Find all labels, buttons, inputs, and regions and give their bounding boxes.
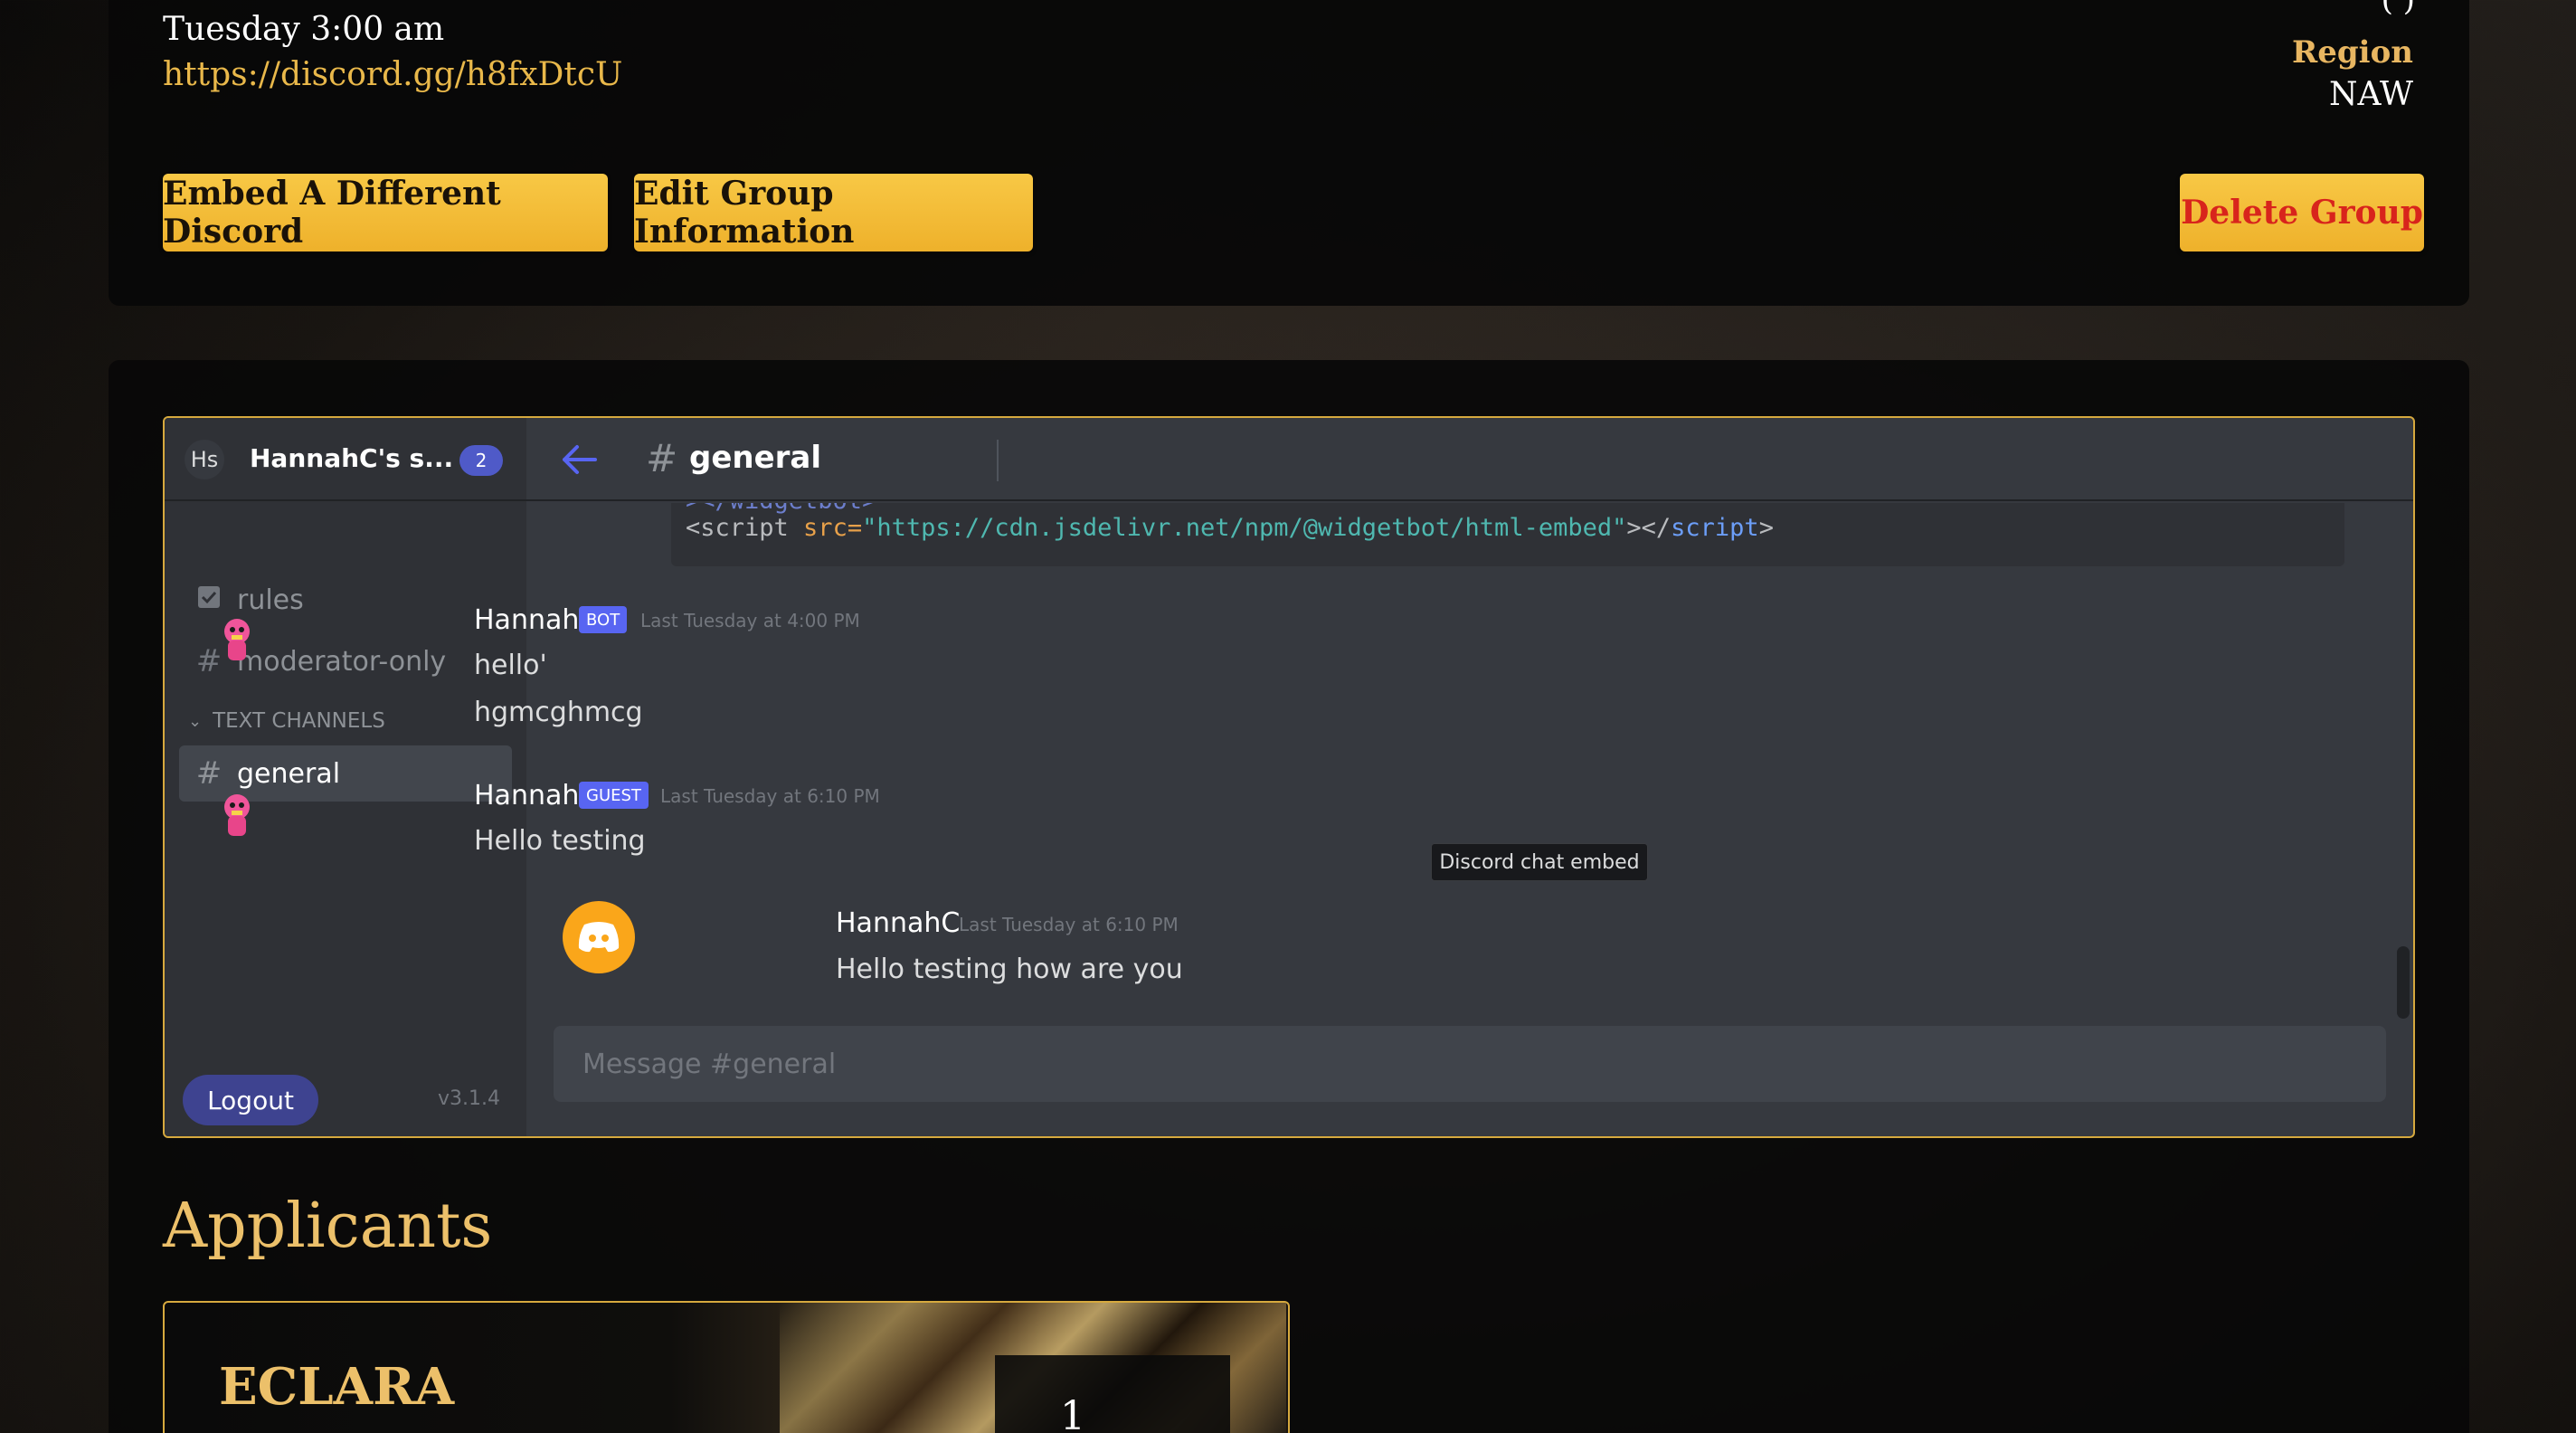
message-author[interactable]: Hannah [474,780,579,811]
category-label: TEXT CHANNELS [213,709,385,733]
channel-sidebar: Hs HannahC's s... 2 rules # moderator-on… [165,418,526,1136]
hash-icon: # [646,436,678,480]
category-text-channels[interactable]: ⌄ TEXT CHANNELS [188,709,385,733]
delete-group-button[interactable]: Delete Group [2180,174,2424,251]
message-input[interactable]: Message #general [554,1026,2386,1102]
applicants-heading: Applicants [163,1191,493,1262]
code-open-tag: <script [686,514,789,542]
discord-invite-link[interactable]: https://discord.gg/h8fxDtcU [163,56,622,93]
bot-badge: BOT [579,606,628,633]
message-timestamp: Last Tuesday at 4:00 PM [640,610,860,631]
message-text: hgmcghmcg [474,697,643,728]
message-author[interactable]: Hannah [474,604,579,636]
message-author[interactable]: HannahC [836,907,960,939]
meeting-time: Tuesday 3:00 am [163,11,445,48]
embed-different-discord-button[interactable]: Embed A Different Discord [163,174,608,251]
group-info-panel [109,0,2469,306]
code-value: "https://cdn.jsdelivr.net/npm/@widgetbot… [862,514,1627,542]
code-block: ></widgetbot> <script src="https://cdn.j… [671,503,2344,566]
region-partial-text: ( ) [2381,0,2415,18]
chat-scrollbar[interactable] [2397,946,2410,1019]
code-close-tag: script [1671,514,1759,542]
code-line: <script src="https://cdn.jsdelivr.net/np… [686,514,1774,542]
avatar[interactable] [201,604,273,677]
discord-widget: Hs HannahC's s... 2 rules # moderator-on… [163,416,2415,1138]
guest-badge: GUEST [579,782,649,809]
message-timestamp: Last Tuesday at 6:10 PM [660,785,880,807]
code-end: > [1758,514,1774,542]
chevron-down-icon: ⌄ [188,711,203,731]
server-header[interactable]: Hs HannahC's s... 2 [165,418,526,501]
server-avatar[interactable]: Hs [185,440,224,479]
message-text: Hello testing [474,825,646,857]
server-count-badge: 2 [459,445,503,476]
applicant-rank: 1 [1060,1393,1085,1433]
server-name: HannahC's s... [250,443,454,473]
applicant-name: ECLARA [219,1357,455,1417]
code-close: ></ [1626,514,1672,542]
header-divider [997,440,999,481]
channel-title: general [689,440,822,476]
message-text: hello' [474,650,547,681]
applicant-rank-box [995,1355,1230,1433]
version-label: v3.1.4 [438,1087,500,1110]
tooltip: Discord chat embed [1431,843,1648,881]
logout-button[interactable]: Logout [183,1075,318,1125]
back-arrow-icon[interactable] [555,436,602,494]
message-timestamp: Last Tuesday at 6:10 PM [959,914,1179,935]
avatar[interactable] [201,780,273,852]
edit-group-button[interactable]: Edit Group Information [634,174,1033,251]
code-attr: src= [788,514,863,542]
region-label: Region [2292,34,2413,71]
avatar[interactable] [563,901,635,973]
chat-header: # general [526,418,2413,501]
message-text: Hello testing how are you [836,954,1183,985]
region-value: NAW [2328,76,2413,113]
